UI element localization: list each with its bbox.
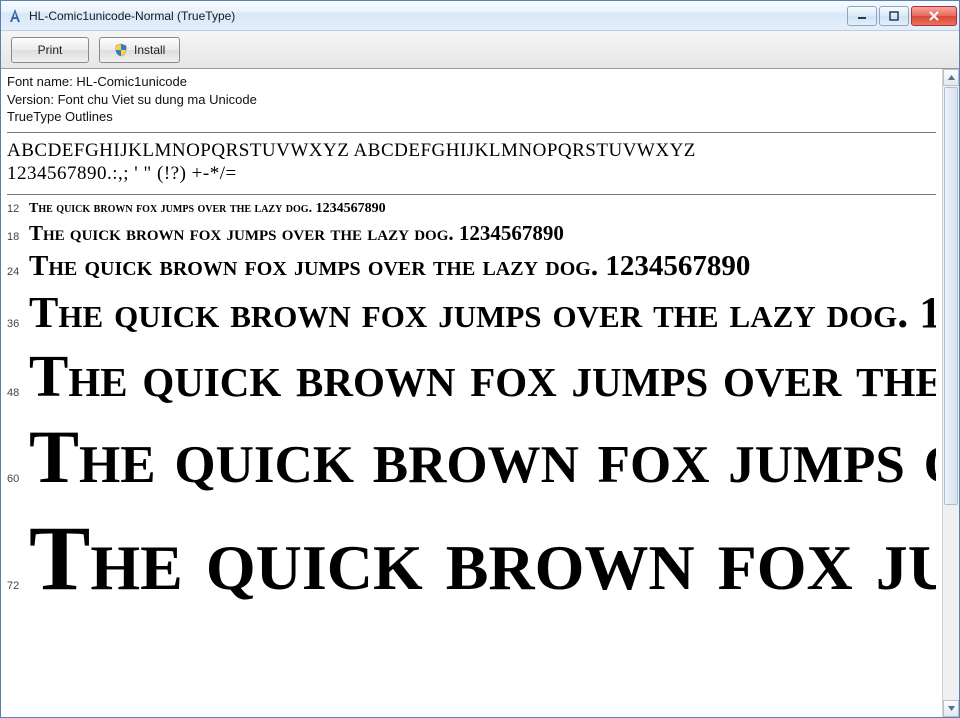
sample-size-label: 72 [7, 580, 29, 592]
alphabet-block: ABCDEFGHIJKLMNOPQRSTUVWXYZ ABCDEFGHIJKLM… [7, 137, 936, 191]
scroll-thumb[interactable] [944, 87, 958, 505]
alphabet-upper: ABCDEFGHIJKLMNOPQRSTUVWXYZ ABCDEFGHIJKLM… [7, 139, 936, 163]
scroll-down-button[interactable] [943, 700, 959, 717]
sample-row: 72The quick brown fox jumps over the laz… [7, 505, 936, 611]
app-icon [7, 8, 23, 24]
sample-row: 60The quick brown fox jumps over the laz… [7, 415, 936, 501]
sample-row: 36The quick brown fox jumps over the laz… [7, 287, 936, 338]
window-title: HL-Comic1unicode-Normal (TrueType) [29, 9, 847, 23]
sample-text: The quick brown fox jumps over the lazy … [29, 201, 386, 217]
font-name-line: Font name: HL-Comic1unicode [7, 73, 936, 91]
font-preview-content: Font name: HL-Comic1unicode Version: Fon… [1, 69, 942, 717]
toolbar: Print Install [1, 31, 959, 69]
uac-shield-icon [114, 43, 128, 57]
sample-size-label: 60 [7, 473, 29, 485]
sample-text: The quick brown fox jumps over the lazy … [29, 342, 936, 411]
sample-text: The quick brown fox jumps over the lazy … [29, 287, 936, 338]
sample-text: The quick brown fox jumps over the lazy … [29, 221, 564, 246]
divider [7, 194, 936, 195]
window-controls [847, 6, 957, 26]
install-button[interactable]: Install [99, 37, 180, 63]
sample-size-label: 12 [7, 203, 29, 215]
titlebar[interactable]: HL-Comic1unicode-Normal (TrueType) [1, 1, 959, 31]
install-button-label: Install [134, 43, 165, 57]
font-metadata: Font name: HL-Comic1unicode Version: Fon… [7, 73, 936, 128]
sample-row: 18The quick brown fox jumps over the laz… [7, 221, 936, 246]
font-version-line: Version: Font chu Viet su dung ma Unicod… [7, 91, 936, 109]
scroll-track[interactable] [943, 86, 959, 700]
sample-list: 12The quick brown fox jumps over the laz… [7, 199, 936, 611]
font-outlines-line: TrueType Outlines [7, 108, 936, 126]
sample-text: The quick brown fox jumps over the lazy … [29, 505, 936, 611]
sample-row: 24The quick brown fox jumps over the laz… [7, 250, 936, 283]
minimize-button[interactable] [847, 6, 877, 26]
sample-row: 12The quick brown fox jumps over the laz… [7, 201, 936, 217]
sample-row: 48The quick brown fox jumps over the laz… [7, 342, 936, 411]
scroll-up-button[interactable] [943, 69, 959, 86]
font-viewer-window: HL-Comic1unicode-Normal (TrueType) Print [0, 0, 960, 718]
sample-size-label: 18 [7, 231, 29, 243]
alphabet-digits: 1234567890.:,; ' " (!?) +-*/= [7, 162, 936, 186]
vertical-scrollbar[interactable] [942, 69, 959, 717]
content-area: Font name: HL-Comic1unicode Version: Fon… [1, 69, 959, 717]
maximize-button[interactable] [879, 6, 909, 26]
divider [7, 132, 936, 133]
sample-size-label: 36 [7, 318, 29, 330]
close-button[interactable] [911, 6, 957, 26]
print-button-label: Print [38, 43, 63, 57]
sample-text: The quick brown fox jumps over the lazy … [29, 250, 750, 283]
print-button[interactable]: Print [11, 37, 89, 63]
sample-text: The quick brown fox jumps over the lazy … [29, 415, 936, 501]
sample-size-label: 48 [7, 387, 29, 399]
sample-size-label: 24 [7, 266, 29, 278]
